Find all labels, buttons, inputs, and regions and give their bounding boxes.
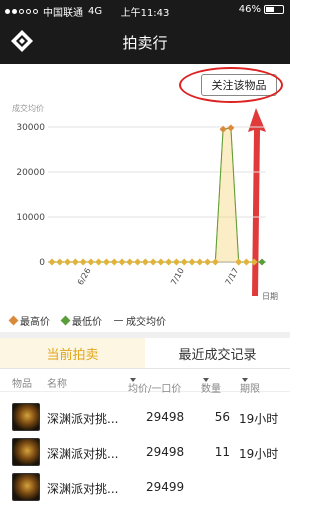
data-point	[149, 258, 157, 266]
diamond-icon	[60, 315, 71, 326]
item-name: 深渊派对挑...	[47, 412, 119, 426]
follow-item-button[interactable]: 关注该物品	[201, 74, 277, 96]
header-price[interactable]: 均价/一口价	[128, 375, 181, 395]
table-row[interactable]: 深渊派对挑... 29498 11 19小时	[0, 436, 290, 470]
legend-min: 最低价	[60, 313, 102, 328]
item-qty: 56	[214, 410, 230, 424]
item-icon	[12, 473, 40, 501]
data-point	[87, 258, 95, 266]
data-point	[172, 258, 180, 266]
y-tick-label: 30000	[16, 123, 45, 133]
header-item: 物品	[12, 379, 32, 390]
data-point	[134, 258, 142, 266]
page-title: 拍卖行	[122, 34, 168, 52]
data-point	[258, 258, 266, 266]
auction-tabs: 当前拍卖 最近成交记录	[0, 338, 290, 369]
data-point	[48, 258, 56, 266]
y-tick-label: 10000	[16, 213, 45, 223]
item-expire: 19小时	[239, 412, 279, 426]
tab-current-auctions[interactable]: 当前拍卖	[0, 338, 145, 368]
tab-recent-deals[interactable]: 最近成交记录	[145, 338, 290, 368]
data-point	[110, 258, 118, 266]
data-point	[141, 258, 149, 266]
price-chart: 成交均价 日期 0 10000 20000 30000 6/26 7/10 7/17	[12, 103, 278, 301]
item-icon	[12, 403, 40, 431]
item-icon	[12, 438, 40, 466]
chart-legend: 最高价 最低价 成交均价	[8, 313, 166, 328]
data-point	[95, 258, 103, 266]
data-point	[64, 258, 72, 266]
data-point	[71, 258, 79, 266]
data-point	[79, 258, 87, 266]
item-name: 深渊派对挑...	[47, 447, 119, 461]
x-axis-label: 日期	[262, 292, 278, 301]
data-point	[250, 258, 258, 266]
diamond-icon	[8, 315, 19, 326]
legend-max-label: 最高价	[20, 317, 50, 328]
data-point	[126, 258, 134, 266]
x-tick-label: 7/10	[169, 267, 186, 287]
y-tick-label: 0	[39, 258, 45, 268]
series-area	[52, 127, 262, 263]
header-expire-label: 期限	[240, 384, 260, 395]
header-name: 名称	[47, 379, 67, 390]
header-qty-label: 数量	[201, 384, 221, 395]
item-name: 深渊派对挑...	[47, 482, 119, 496]
table-row[interactable]: 深渊派对挑... 29499	[0, 471, 290, 505]
data-point	[196, 258, 204, 266]
battery-icon	[264, 5, 284, 14]
legend-avg: 成交均价	[114, 313, 166, 328]
item-price: 29498	[146, 410, 185, 424]
dash-icon	[114, 320, 123, 321]
header-price-label: 均价/一口价	[128, 384, 182, 395]
data-point	[118, 258, 126, 266]
data-point	[242, 258, 250, 266]
data-point	[204, 258, 212, 266]
legend-min-label: 最低价	[72, 317, 102, 328]
legend-max: 最高价	[8, 313, 50, 328]
nav-bar: 拍卖行	[0, 20, 290, 64]
x-tick-labels: 6/26 7/10 7/17	[76, 262, 241, 287]
table-row[interactable]: 深渊派对挑... 29498 56 19小时	[0, 401, 290, 435]
x-tick-label: 6/26	[76, 267, 93, 287]
header-qty[interactable]: 数量	[201, 375, 221, 395]
table-header: 物品 名称 均价/一口价 数量 期限	[0, 370, 290, 395]
item-expire: 19小时	[239, 447, 279, 461]
y-tick-label: 20000	[16, 168, 45, 178]
status-bar: 中国联通 4G 上午11:43 46%	[0, 0, 290, 20]
data-point	[180, 258, 188, 266]
data-point	[165, 258, 173, 266]
header-expire[interactable]: 期限	[240, 375, 260, 395]
item-price: 29499	[146, 480, 185, 494]
item-price: 29498	[146, 445, 185, 459]
data-point	[188, 258, 196, 266]
x-tick-label: 7/17	[224, 267, 241, 287]
chart-area-fill	[52, 127, 262, 263]
y-tick-labels: 0 10000 20000 30000	[16, 123, 45, 268]
battery-percent: 46%	[238, 4, 261, 15]
data-point	[56, 258, 64, 266]
legend-avg-label: 成交均价	[126, 317, 166, 328]
item-qty: 11	[214, 445, 230, 459]
status-right: 46%	[239, 4, 284, 15]
data-point	[102, 258, 110, 266]
data-point	[157, 258, 165, 266]
y-axis-label: 成交均价	[12, 103, 44, 113]
